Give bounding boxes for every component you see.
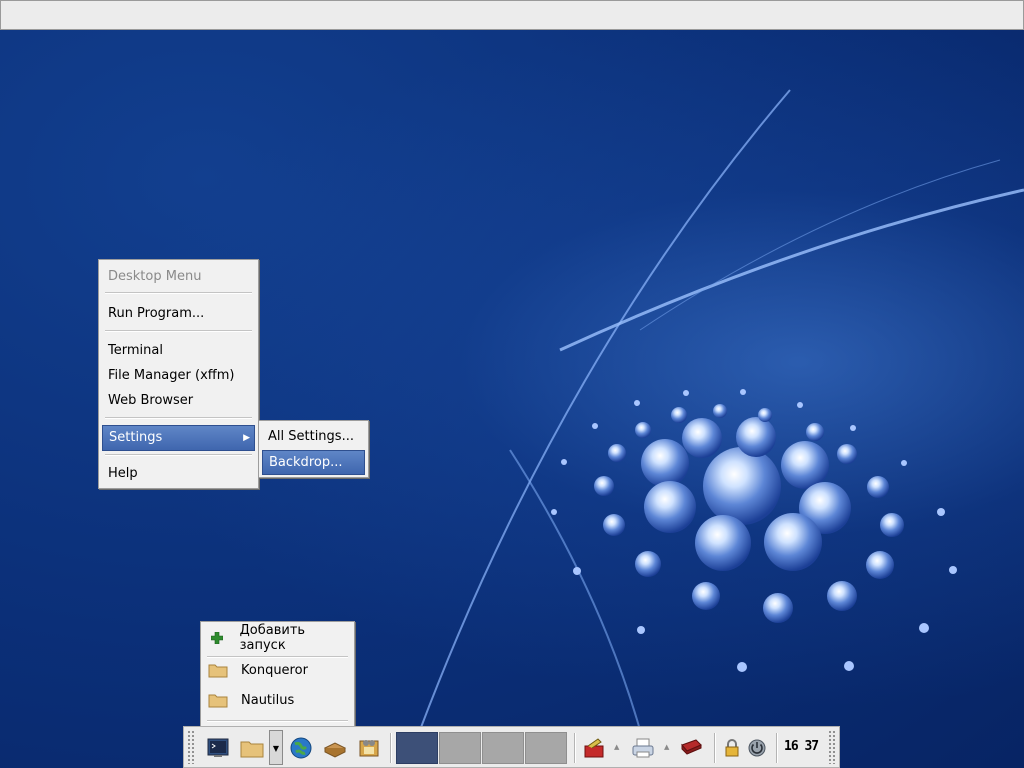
folder-icon [207,659,229,681]
launcher-popup: Добавить запуск Konqueror Nautilus [200,621,355,727]
menu-separator [105,292,252,294]
desktop-menu: Desktop Menu Run Program... Terminal Fil… [98,259,259,489]
globe-icon[interactable] [288,735,314,761]
panel-separator [390,733,392,763]
terminal-icon[interactable] [205,735,231,761]
add-launcher-label: Добавить запуск [239,623,306,653]
package-icon[interactable] [322,735,348,761]
menu-item-help[interactable]: Help [102,462,255,486]
desktop-menu-title: Desktop Menu [108,269,202,284]
book-icon[interactable] [678,735,704,761]
chevron-right-icon: ▶ [243,433,250,443]
menu-separator [207,720,348,722]
launcher-item-nautilus[interactable]: Nautilus [207,686,348,714]
launcher-label-konqueror: Konqueror [241,662,308,678]
panel-separator [574,733,576,763]
menu-item-settings-label: Settings [109,430,163,445]
launcher-dropdown-button[interactable]: ▼ [269,730,283,765]
menu-item-all-settings[interactable]: All Settings... [262,425,365,449]
printer-icon[interactable] [630,735,656,761]
add-launcher-item[interactable]: Добавить запуск [207,623,348,653]
workspace-1[interactable] [396,732,438,764]
menu-item-run-program[interactable]: Run Program... [102,302,255,326]
media-icon[interactable] [356,735,382,761]
power-icon[interactable] [744,735,770,761]
menu-item-settings[interactable]: Settings ▶ [102,425,255,451]
launcher-item-konqueror[interactable]: Konqueror [207,656,348,684]
plus-icon [207,627,228,649]
workspace-2[interactable] [439,732,481,764]
menu-item-terminal[interactable]: Terminal [102,339,255,363]
toolbox-icon[interactable] [581,735,607,761]
menu-item-file-manager[interactable]: File Manager (xffm) [102,364,255,388]
chevron-up-icon[interactable]: ▲ [664,743,669,751]
workspace-4[interactable] [525,732,567,764]
panel-clock[interactable]: 16 37 [784,739,826,754]
launcher-label-nautilus: Nautilus [241,692,295,708]
panel-separator [714,733,716,763]
folder-icon [207,689,229,711]
menu-item-backdrop[interactable]: Backdrop... [262,450,365,475]
menu-separator [105,330,252,332]
lock-icon[interactable] [719,735,745,761]
menu-item-web-browser[interactable]: Web Browser [102,389,255,413]
workspace-3[interactable] [482,732,524,764]
menu-separator [105,417,252,419]
folder-icon[interactable] [239,735,265,761]
bottom-panel: ▼ ▲ ▲ 16 37 [183,726,840,768]
panel-separator [776,733,778,763]
panel-grip-left[interactable] [187,730,195,764]
menu-separator [105,454,252,456]
top-bar [0,0,1024,30]
panel-grip-right[interactable] [828,730,836,764]
chevron-up-icon[interactable]: ▲ [614,743,619,751]
settings-submenu: All Settings... Backdrop... [258,420,369,478]
